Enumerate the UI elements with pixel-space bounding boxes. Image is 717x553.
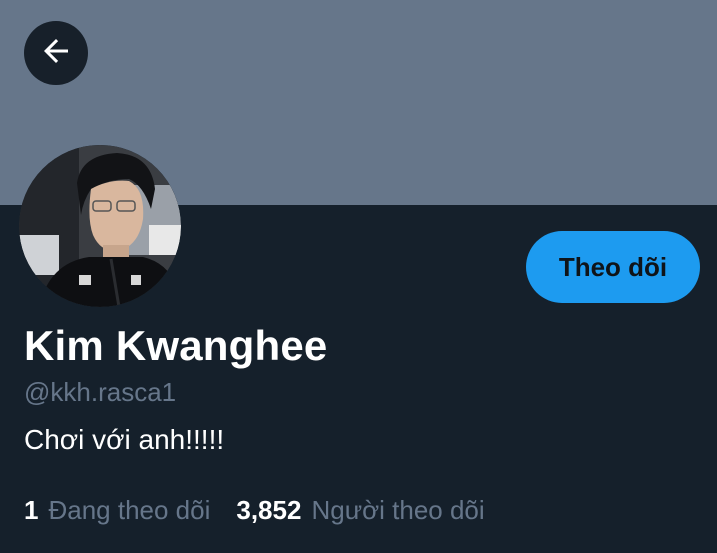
following-stat[interactable]: 1 Đang theo dõi — [24, 495, 210, 526]
profile-screen: Theo dõi Kim Kwanghee @kkh.rasca1 Chơi v… — [0, 0, 717, 553]
following-label: Đang theo dõi — [48, 495, 211, 525]
back-button[interactable] — [24, 21, 88, 85]
arrow-left-icon — [38, 33, 74, 74]
followers-label: Người theo dõi — [311, 495, 485, 525]
profile-bio: Chơi với anh!!!!! — [24, 424, 225, 455]
follow-stats: 1 Đang theo dõi 3,852 Người theo dõi — [24, 495, 485, 526]
follow-button[interactable]: Theo dõi — [526, 231, 700, 303]
avatar[interactable] — [19, 145, 181, 307]
following-count: 1 — [24, 495, 39, 525]
user-handle: @kkh.rasca1 — [24, 377, 177, 407]
followers-stat[interactable]: 3,852 Người theo dõi — [236, 495, 484, 526]
followers-count: 3,852 — [236, 495, 302, 525]
display-name: Kim Kwanghee — [24, 322, 328, 369]
